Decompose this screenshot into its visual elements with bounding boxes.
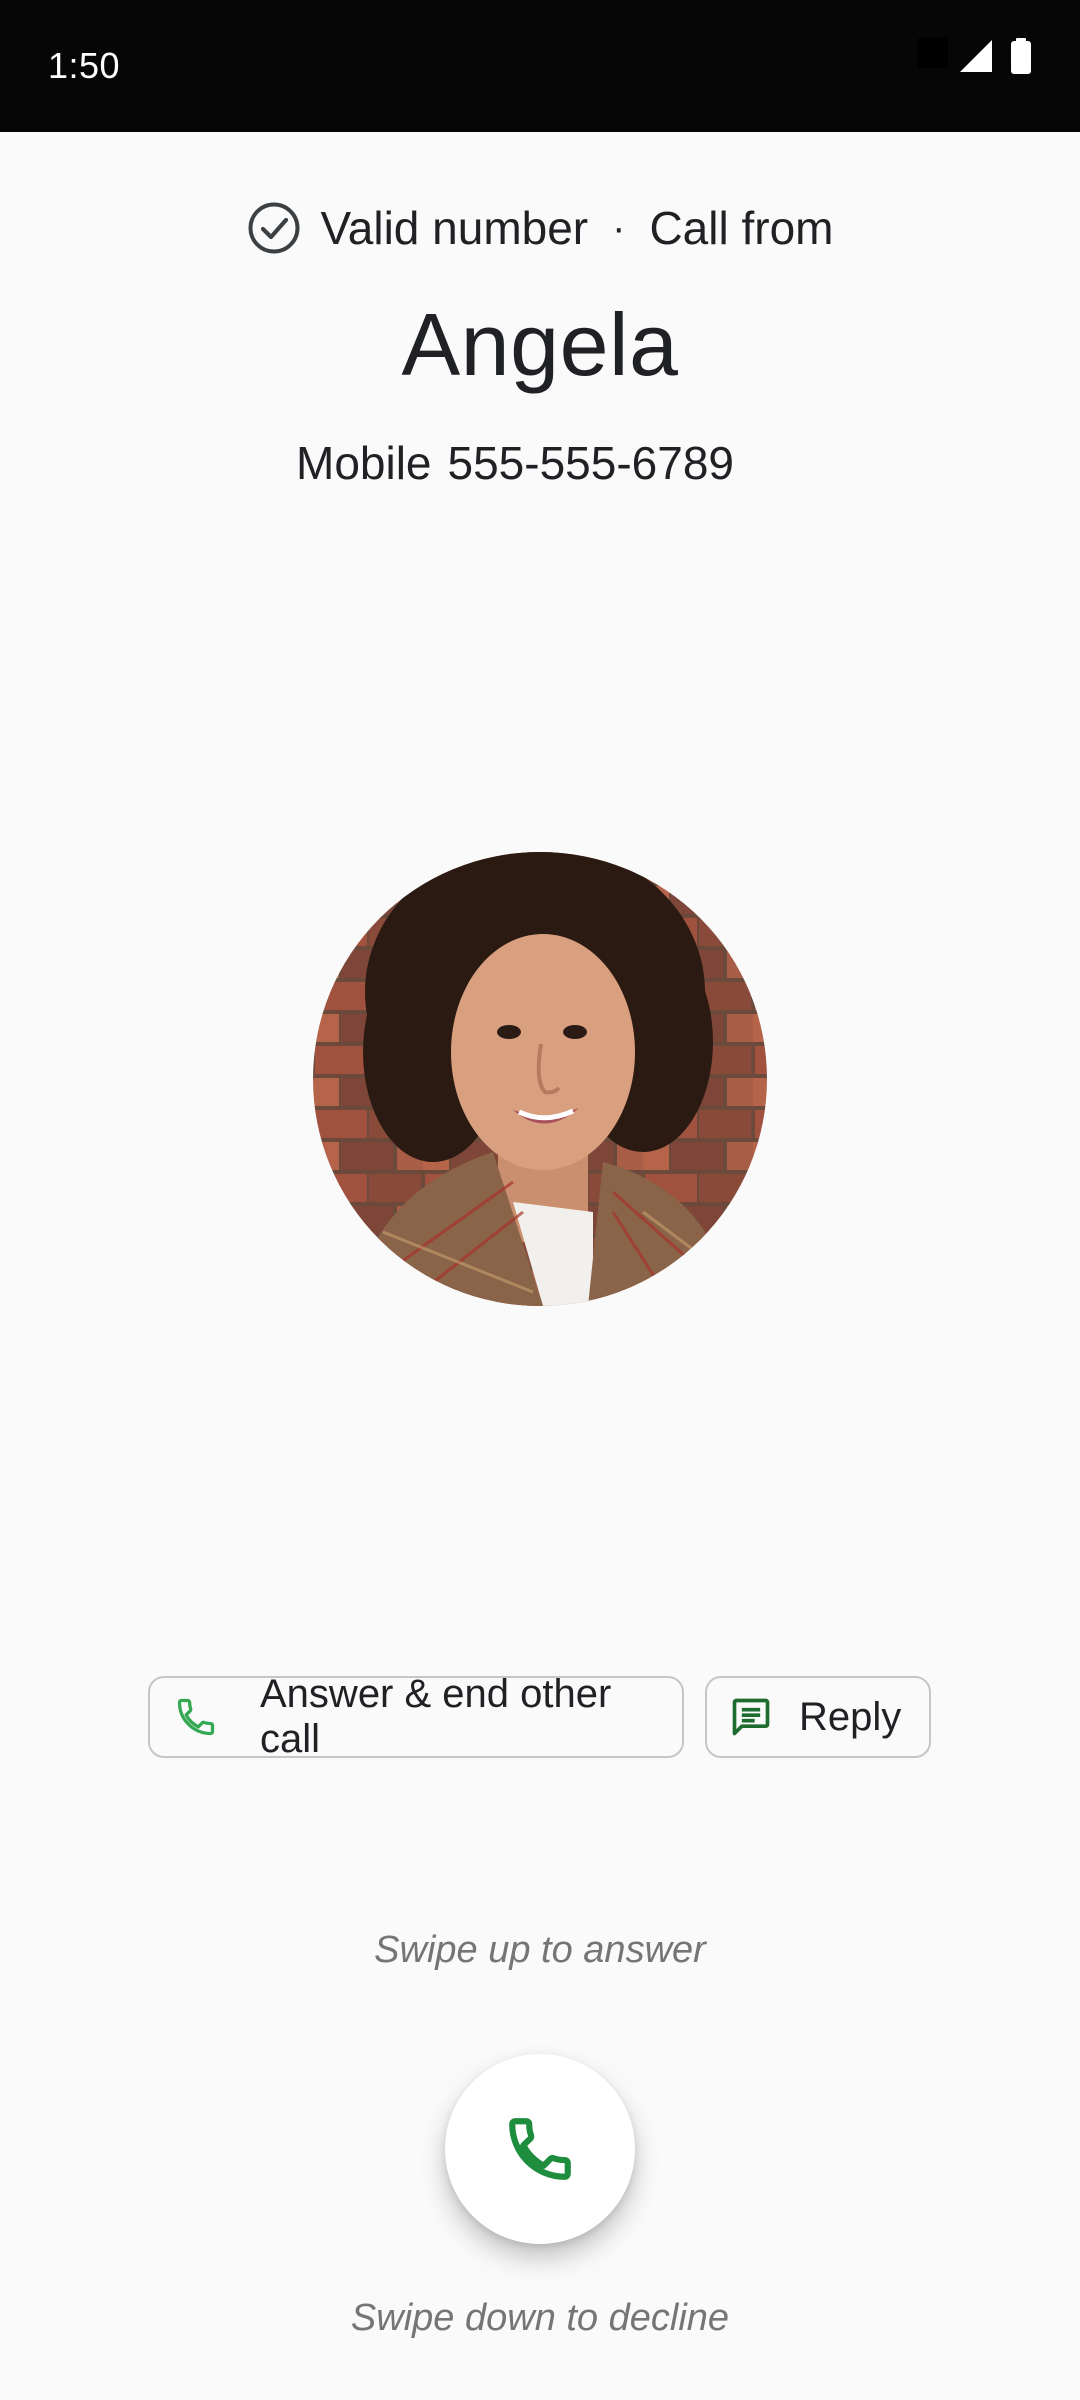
status-icons	[958, 38, 1032, 94]
phone-number: 555-555-6789	[447, 437, 734, 489]
message-icon	[732, 1698, 770, 1736]
battery-icon	[1010, 38, 1032, 79]
status-time: 1:50	[48, 45, 121, 86]
caller-status: Valid number · Call from	[0, 196, 1080, 260]
contact-photo	[313, 852, 767, 1306]
phone-icon	[509, 2118, 571, 2180]
call-from-label: Call from	[649, 202, 834, 254]
answer-and-end-other-call-button[interactable]: Answer & end other call	[148, 1672, 684, 1761]
separator-dot: ·	[612, 206, 626, 250]
number-type: Mobile	[296, 437, 432, 489]
status-bar: 1:50	[0, 0, 1080, 132]
check-circle-icon	[248, 202, 299, 254]
answer-call-button[interactable]	[445, 2054, 635, 2244]
signal-icon	[958, 38, 994, 79]
caller-name: Angela	[401, 295, 679, 394]
camera-cutout	[918, 38, 948, 68]
verification-label: Valid number	[320, 202, 589, 254]
incoming-call-screen: 1:50 Valid number · Call from Angela Mob…	[0, 0, 1080, 2400]
contact-photo-image	[313, 852, 767, 1306]
swipe-up-hint: Swipe up to answer	[374, 1929, 706, 1971]
phone-icon	[177, 1698, 215, 1736]
answer-and-end-other-call-label: Answer & end other call	[260, 1672, 612, 1761]
caller-number: Mobile 555-555-6789	[0, 432, 1030, 494]
reply-button[interactable]: Reply	[705, 1676, 931, 1758]
reply-label: Reply	[799, 1694, 902, 1739]
swipe-down-hint: Swipe down to decline	[350, 2297, 730, 2339]
